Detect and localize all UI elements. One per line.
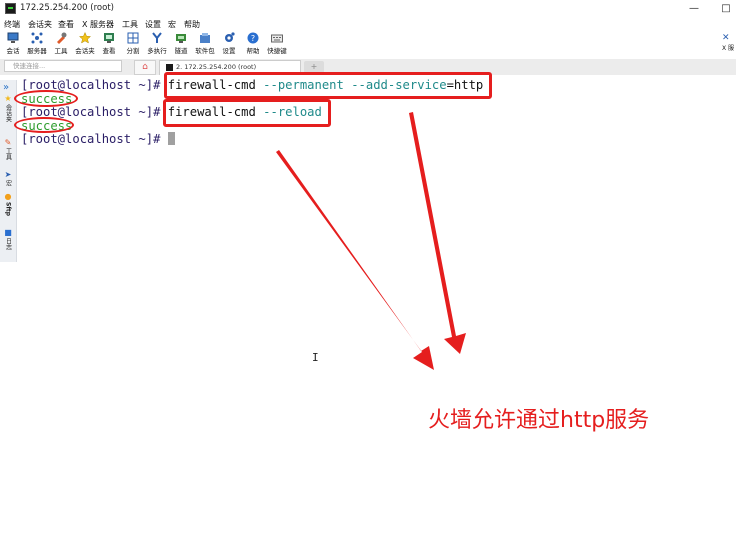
log-icon: ■ [4, 228, 12, 237]
sidebar-item-tools[interactable]: ✎ 工具 [2, 138, 14, 160]
highlight-box-permanent [164, 72, 492, 99]
monitor-icon [7, 32, 19, 44]
toolbar-tools-button[interactable]: 工具 [48, 32, 74, 58]
tools-icon: ✎ [4, 138, 12, 147]
toolbar-split-button[interactable]: 分割 [120, 32, 146, 58]
toolbar: 会话 服务器 工具 会话夹 查看 分割 多执行 隧道 软件包 设置 ? 帮助 快… [0, 31, 736, 59]
sidebar-item-sftp[interactable]: ● Sftp [2, 192, 14, 216]
gear-icon [223, 32, 235, 44]
toolbar-xserver-button[interactable]: ✕ X 服 [722, 33, 736, 59]
maximize-button[interactable]: □ [718, 2, 734, 16]
fork-icon [151, 32, 163, 44]
terminal-line-prompt: [root@localhost ~]# [21, 132, 175, 146]
toolbar-tunnel-button[interactable]: 隧道 [168, 32, 194, 58]
help-icon: ? [247, 32, 259, 44]
menu-bar: 终端 会话夹 查看 X 服务器 工具 设置 宏 帮助 [0, 18, 736, 31]
mouse-ibeam-cursor: I [312, 351, 319, 364]
menu-settings[interactable]: 设置 [145, 19, 161, 30]
terminal-tab-icon [166, 64, 173, 71]
minimize-button[interactable]: — [686, 2, 702, 16]
terminal-pane[interactable]: [root@localhost ~]# firewall-cmd --perma… [19, 77, 736, 541]
toolbar-settings-button[interactable]: 设置 [216, 32, 242, 58]
star-icon: ★ [4, 94, 12, 103]
network-icon [31, 32, 43, 44]
tunnel-icon [175, 32, 187, 44]
sidebar-item-log[interactable]: ■ 日志 [2, 228, 14, 250]
menu-terminal[interactable]: 终端 [4, 19, 20, 30]
toolbar-servers-button[interactable]: 服务器 [24, 32, 50, 58]
macro-icon: ➤ [4, 170, 12, 179]
svg-text:?: ? [251, 34, 255, 43]
menu-help[interactable]: 帮助 [184, 19, 200, 30]
sidebar-item-sessions[interactable]: ★ 会话夹 [2, 94, 14, 122]
star-icon [78, 31, 92, 44]
sidebar-item-macro[interactable]: ➤ 宏 [2, 170, 14, 186]
toolbar-help-button[interactable]: ? 帮助 [240, 32, 266, 58]
highlight-ellipse-success-1 [14, 90, 78, 107]
tab-session-label: 2. 172.25.254.200 (root) [176, 63, 257, 71]
view-icon [103, 32, 115, 44]
home-tab[interactable]: ⌂ [134, 60, 156, 75]
quick-connect-input[interactable]: 快速连接... [4, 60, 122, 72]
package-icon [199, 32, 211, 44]
sftp-icon: ● [4, 192, 12, 201]
menu-macro[interactable]: 宏 [168, 19, 176, 30]
highlight-ellipse-success-2 [14, 117, 74, 133]
toolbar-favorites-button[interactable]: 会话夹 [72, 31, 98, 58]
title-bar: 172.25.254.200 (root) — □ [0, 0, 736, 18]
menu-view[interactable]: 查看 [58, 19, 74, 30]
highlight-box-reload [163, 99, 331, 127]
toolbar-packages-button[interactable]: 软件包 [192, 32, 218, 58]
annotation-caption: 火墙允许通过http服务 [428, 408, 650, 433]
toolbar-view-button[interactable]: 查看 [96, 32, 122, 58]
xserver-icon: ✕ [722, 33, 730, 43]
keyboard-icon [271, 32, 283, 44]
menu-tools[interactable]: 工具 [122, 19, 138, 30]
toolbar-shortcuts-button[interactable]: 快捷键 [264, 32, 290, 58]
terminal-cursor [167, 132, 175, 145]
expand-sidebar-icon[interactable]: » [3, 82, 9, 93]
tools-icon [55, 32, 67, 44]
window-title: 172.25.254.200 (root) [20, 3, 114, 13]
toolbar-sessions-button[interactable]: 会话 [0, 32, 26, 58]
terminal-app-icon [5, 3, 16, 14]
menu-sessions[interactable]: 会话夹 [28, 19, 52, 30]
split-icon [127, 32, 139, 44]
side-panel: » ★ 会话夹 ✎ 工具 ➤ 宏 ● Sftp ■ 日志 [0, 80, 17, 262]
menu-xserver[interactable]: X 服务器 [82, 19, 114, 30]
toolbar-multiexec-button[interactable]: 多执行 [144, 32, 170, 58]
